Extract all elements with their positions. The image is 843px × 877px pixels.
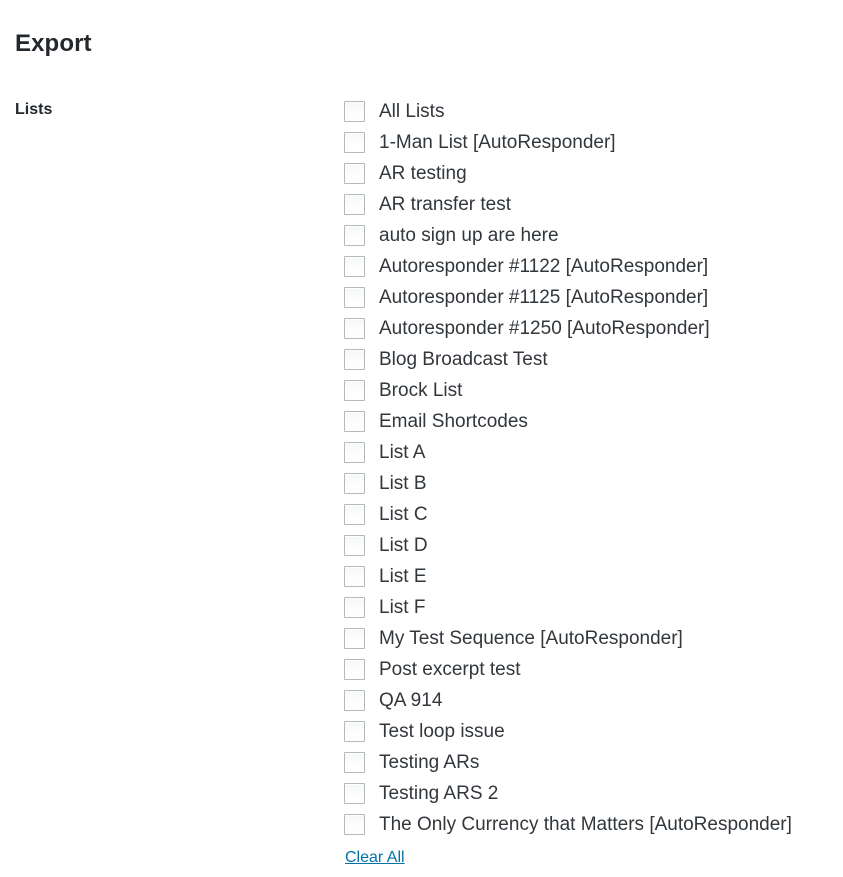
list-item[interactable]: AR transfer test [344,189,843,220]
checkbox-unchecked-icon[interactable] [344,628,365,649]
clear-all-link[interactable]: Clear All [345,849,405,866]
list-item-label[interactable]: Test loop issue [379,720,505,744]
list-item-label[interactable]: All Lists [379,100,444,124]
checkbox-unchecked-icon[interactable] [344,349,365,370]
list-item[interactable]: Autoresponder #1250 [AutoResponder] [344,313,843,344]
list-item-label[interactable]: Autoresponder #1122 [AutoResponder] [379,255,708,279]
lists-form-row: Lists All Lists 1-Man List [AutoResponder… [0,96,843,868]
list-item-label[interactable]: auto sign up are here [379,224,559,248]
list-item-label[interactable]: The Only Currency that Matters [AutoResp… [379,813,792,837]
list-item-label[interactable]: Email Shortcodes [379,410,528,434]
list-item[interactable]: List E [344,561,843,592]
list-item[interactable]: Test loop issue [344,716,843,747]
clear-all-container: Clear All [344,848,843,868]
checkbox-unchecked-icon[interactable] [344,225,365,246]
list-item[interactable]: Brock List [344,375,843,406]
checkbox-unchecked-icon[interactable] [344,752,365,773]
list-item-label[interactable]: QA 914 [379,689,442,713]
checkbox-unchecked-icon[interactable] [344,535,365,556]
list-item-label[interactable]: List B [379,472,427,496]
checkbox-unchecked-icon[interactable] [344,690,365,711]
lists-field-label: Lists [15,101,53,118]
list-item-label[interactable]: 1-Man List [AutoResponder] [379,131,616,155]
checkbox-unchecked-icon[interactable] [344,132,365,153]
lists-field-control: All Lists 1-Man List [AutoResponder] AR te… [344,96,843,868]
list-item-label[interactable]: AR transfer test [379,193,511,217]
checkbox-unchecked-icon[interactable] [344,783,365,804]
lists-checkbox-list: All Lists 1-Man List [AutoResponder] AR te… [344,96,843,840]
list-item[interactable]: List C [344,499,843,530]
list-item[interactable]: Testing ARS 2 [344,778,843,809]
list-item[interactable]: Testing ARs [344,747,843,778]
list-item[interactable]: Email Shortcodes [344,406,843,437]
export-page: Export Lists All Lists 1-Man List [AutoRe… [0,0,843,877]
list-item-label[interactable]: AR testing [379,162,467,186]
list-item-label[interactable]: Blog Broadcast Test [379,348,548,372]
list-item-label[interactable]: Testing ARs [379,751,479,775]
checkbox-unchecked-icon[interactable] [344,442,365,463]
list-item-label[interactable]: List D [379,534,428,558]
checkbox-unchecked-icon[interactable] [344,504,365,525]
list-item[interactable]: List B [344,468,843,499]
checkbox-unchecked-icon[interactable] [344,287,365,308]
list-item[interactable]: QA 914 [344,685,843,716]
checkbox-unchecked-icon[interactable] [344,659,365,680]
checkbox-unchecked-icon[interactable] [344,473,365,494]
list-item[interactable]: AR testing [344,158,843,189]
list-item-label[interactable]: Brock List [379,379,462,403]
checkbox-unchecked-icon[interactable] [344,721,365,742]
checkbox-unchecked-icon[interactable] [344,101,365,122]
checkbox-unchecked-icon[interactable] [344,411,365,432]
list-item[interactable]: 1-Man List [AutoResponder] [344,127,843,158]
list-item[interactable]: All Lists [344,96,843,127]
list-item-label[interactable]: My Test Sequence [AutoResponder] [379,627,683,651]
list-item-label[interactable]: List A [379,441,425,465]
list-item[interactable]: Autoresponder #1125 [AutoResponder] [344,282,843,313]
list-item-label[interactable]: List C [379,503,428,527]
list-item[interactable]: List D [344,530,843,561]
list-item-label[interactable]: Autoresponder #1250 [AutoResponder] [379,317,710,341]
list-item-label[interactable]: List F [379,596,425,620]
list-item-label[interactable]: Testing ARS 2 [379,782,498,806]
list-item[interactable]: List F [344,592,843,623]
list-item-label[interactable]: List E [379,565,427,589]
checkbox-unchecked-icon[interactable] [344,566,365,587]
page-title: Export [15,30,92,58]
checkbox-unchecked-icon[interactable] [344,194,365,215]
list-item[interactable]: Post excerpt test [344,654,843,685]
list-item[interactable]: List A [344,437,843,468]
list-item-label[interactable]: Post excerpt test [379,658,521,682]
list-item[interactable]: Autoresponder #1122 [AutoResponder] [344,251,843,282]
checkbox-unchecked-icon[interactable] [344,256,365,277]
list-item[interactable]: The Only Currency that Matters [AutoResp… [344,809,843,840]
checkbox-unchecked-icon[interactable] [344,163,365,184]
checkbox-unchecked-icon[interactable] [344,318,365,339]
list-item[interactable]: Blog Broadcast Test [344,344,843,375]
checkbox-unchecked-icon[interactable] [344,597,365,618]
list-item[interactable]: auto sign up are here [344,220,843,251]
checkbox-unchecked-icon[interactable] [344,380,365,401]
list-item-label[interactable]: Autoresponder #1125 [AutoResponder] [379,286,708,310]
list-item[interactable]: My Test Sequence [AutoResponder] [344,623,843,654]
checkbox-unchecked-icon[interactable] [344,814,365,835]
